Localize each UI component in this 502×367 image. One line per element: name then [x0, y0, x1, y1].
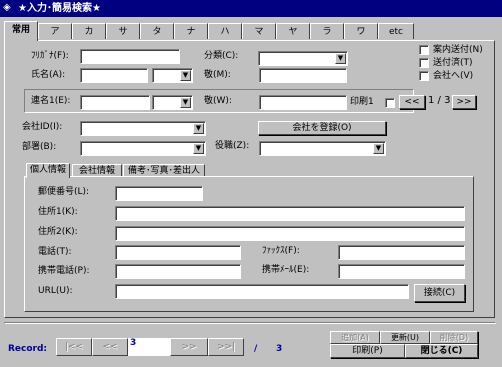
sumi-label: 送付済(T): [433, 58, 473, 68]
fax-input[interactable]: [338, 245, 465, 260]
renmei-input[interactable]: [80, 95, 150, 110]
mobile-label: 携帯電話(P):: [38, 266, 90, 276]
sumi-checkbox[interactable]: [419, 58, 429, 68]
sanka-checkbox[interactable]: [419, 45, 429, 55]
mobile-mail-label: 携帯ﾒｰﾙ(E):: [262, 265, 310, 275]
tab-joyo[interactable]: 常用: [4, 21, 38, 41]
company-label: 会社ID(I):: [22, 122, 63, 132]
name-suffix-select[interactable]: ▼: [152, 68, 193, 83]
address2-label: 住所2(K):: [38, 227, 78, 237]
address2-input[interactable]: [115, 226, 465, 241]
bunrui-label: 分類(C):: [204, 51, 239, 61]
footer-divider: [4, 322, 496, 324]
print-button[interactable]: 印刷(P): [330, 344, 405, 358]
address1-input[interactable]: [115, 206, 465, 221]
tab-ka[interactable]: カ: [72, 23, 106, 39]
tel-input[interactable]: [115, 245, 241, 260]
current-record-field[interactable]: 3: [128, 338, 170, 356]
title-bar: ◈ ★入力･簡易検索★: [0, 0, 502, 17]
url-label: URL(U):: [38, 286, 73, 296]
main-window: ◈ ★入力･簡易検索★ 常用 ア カ サ タ ナ ハ マ ヤ ラ ワ etc ﾌ…: [0, 0, 502, 367]
tab-wa[interactable]: ワ: [344, 23, 378, 39]
prev-record-button[interactable]: <<: [92, 338, 128, 356]
next-record-button[interactable]: >>: [170, 338, 208, 356]
pager-next-button[interactable]: >>: [452, 95, 476, 109]
last-record-button[interactable]: >>|: [208, 338, 244, 356]
chevron-down-icon: ▼: [335, 53, 346, 64]
tab-na[interactable]: ナ: [174, 23, 208, 39]
sanka-label: 案内送付(N): [433, 45, 483, 55]
delete-button[interactable]: 削除(D): [430, 331, 478, 344]
renmei-label: 連名1(E):: [31, 96, 71, 106]
dept-select[interactable]: ▼: [80, 141, 206, 156]
tab-ta[interactable]: タ: [140, 23, 174, 39]
kei2-label: 敬(W):: [204, 96, 232, 106]
company-select[interactable]: ▼: [80, 121, 206, 136]
kei2-input[interactable]: [259, 95, 347, 110]
zip-label: 郵便番号(L):: [38, 187, 90, 197]
name-label: 氏名(A):: [31, 70, 66, 80]
mobile-mail-input[interactable]: [338, 264, 465, 279]
chevron-down-icon: ▼: [180, 70, 191, 81]
tab-ha[interactable]: ハ: [208, 23, 242, 39]
furigana-label: ﾌﾘｶﾞﾅ(F):: [31, 51, 69, 61]
subtab-personal[interactable]: 個人情報: [26, 163, 70, 178]
fax-label: ﾌｧｯｸｽ(F):: [262, 246, 300, 256]
last-name-input[interactable]: [80, 68, 148, 83]
window-title: ★入力･簡易検索★: [18, 3, 101, 14]
tab-ya[interactable]: ヤ: [276, 23, 310, 39]
kei-input[interactable]: [259, 68, 347, 83]
first-record-button[interactable]: |<<: [56, 338, 92, 356]
chevron-down-icon: ▼: [373, 143, 384, 154]
record-separator: /: [254, 344, 258, 354]
kei-label: 敬(M):: [204, 70, 231, 80]
browse-button[interactable]: 接続(C): [414, 284, 465, 302]
url-input[interactable]: [115, 284, 409, 299]
kaisha-checkbox[interactable]: [419, 71, 429, 81]
dept-label: 部署(B):: [22, 142, 57, 152]
position-select[interactable]: ▼: [259, 141, 386, 156]
position-label: 役職(Z):: [215, 141, 250, 151]
record-total: 3: [276, 344, 283, 354]
pager-prev-button[interactable]: <<: [399, 95, 425, 109]
tab-etc[interactable]: etc: [378, 23, 414, 39]
insatsu-checkbox[interactable]: [385, 98, 395, 108]
mobile-input[interactable]: [115, 264, 241, 279]
chevron-down-icon: ▼: [193, 123, 204, 134]
insatsu-label: 印刷1: [350, 97, 374, 107]
kana-tab-strip: 常用 ア カ サ タ ナ ハ マ ヤ ラ ワ etc: [4, 21, 495, 41]
add-button[interactable]: 追加(A): [330, 331, 380, 344]
update-button[interactable]: 更新(U): [380, 331, 430, 344]
chevron-down-icon: ▼: [193, 143, 204, 154]
company-register-button[interactable]: 会社を登録(O): [258, 121, 386, 135]
address1-label: 住所1(K):: [38, 207, 78, 217]
renmei-suffix-select[interactable]: ▼: [152, 95, 193, 110]
record-label: Record:: [8, 344, 48, 354]
tab-sa[interactable]: サ: [106, 23, 140, 39]
bunrui-select[interactable]: ▼: [258, 51, 348, 66]
tab-a[interactable]: ア: [38, 23, 72, 39]
tel-label: 電話(T):: [38, 247, 72, 257]
chevron-down-icon: ▼: [180, 97, 191, 108]
tab-ra[interactable]: ラ: [310, 23, 344, 39]
app-icon: ◈: [3, 2, 11, 13]
zip-input[interactable]: [115, 186, 203, 201]
tab-ma[interactable]: マ: [242, 23, 276, 39]
pager-value: 1 / 3: [428, 95, 451, 106]
kaisha-label: 会社へ(V): [433, 71, 474, 81]
close-button[interactable]: 閉じる(C): [405, 344, 478, 358]
furigana-input[interactable]: [80, 49, 180, 64]
